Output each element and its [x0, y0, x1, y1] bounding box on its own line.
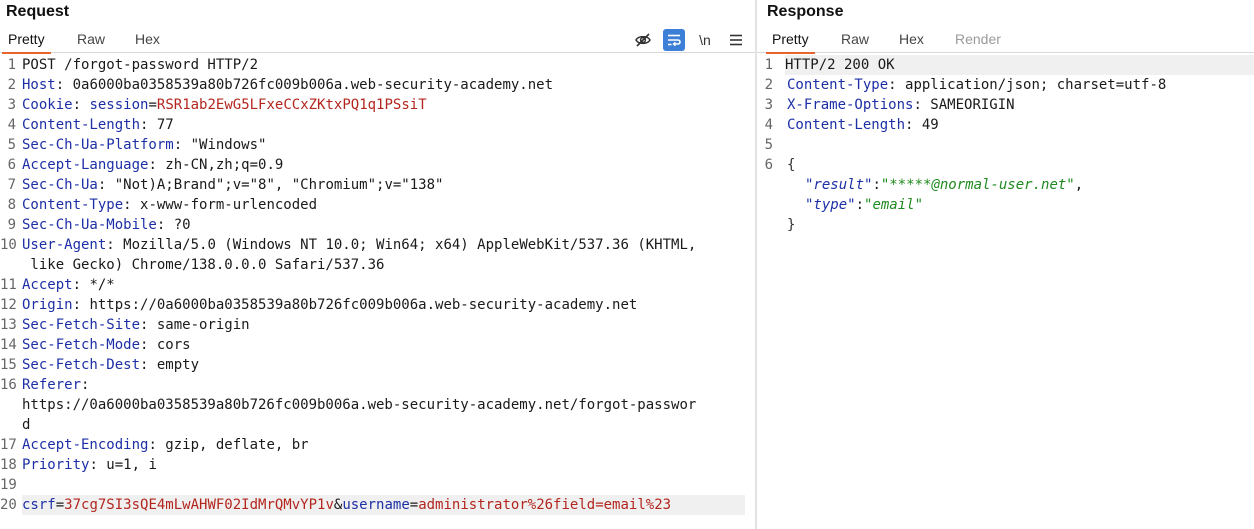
line-number: 8 [7, 197, 16, 213]
response-tab-render[interactable]: Render [955, 28, 1001, 53]
response-pane: Response Pretty Raw Hex Render 1 2 3 4 5… [757, 0, 1254, 529]
line-number: 19 [0, 477, 17, 493]
request-line-1: POST /forgot-password HTTP/2 [22, 57, 259, 73]
line-number: 6 [764, 157, 773, 173]
request-line-2: Host: 0a6000ba0358539a80b726fc009b006a.w… [22, 77, 554, 93]
response-line-1: HTTP/2 200 OK [785, 55, 1254, 75]
request-line-15: Sec-Fetch-Dest: empty [22, 357, 200, 373]
line-number: 1 [7, 57, 16, 73]
line-number: 14 [0, 337, 17, 353]
request-line-3: Cookie: session=RSR1ab2EwG5LFxeCCxZKtxPQ… [22, 97, 427, 113]
line-number: 6 [7, 157, 16, 173]
newline-toggle[interactable]: \n [694, 29, 716, 51]
response-title: Response [767, 3, 844, 20]
line-number: 2 [764, 77, 773, 93]
eye-slash-icon[interactable] [632, 29, 654, 51]
line-number: 15 [0, 357, 17, 373]
request-title: Request [6, 3, 70, 20]
response-line-4: Content-Length: 49 [787, 117, 939, 133]
request-editor[interactable]: 1 2 3 4 5 6 7 8 9 10 11 12 13 14 15 16 1… [0, 55, 755, 529]
response-tab-hex[interactable]: Hex [899, 28, 924, 53]
response-json-result: "result":"*****@normal-user.net", [805, 177, 1084, 193]
line-number: 5 [7, 137, 16, 153]
request-line-8: Content-Type: x-www-form-urlencoded [22, 197, 318, 213]
request-pane: Request Pretty Raw Hex \n 1 2 3 4 5 6 7 … [0, 0, 755, 529]
response-tab-raw[interactable]: Raw [841, 28, 869, 53]
line-number: 16 [0, 377, 17, 393]
line-number: 17 [0, 437, 17, 453]
line-number: 7 [7, 177, 16, 193]
request-line-12: Origin: https://0a6000ba0358539a80b726fc… [22, 297, 638, 313]
response-tabs: Pretty Raw Hex Render [757, 28, 1254, 54]
request-line-6: Accept-Language: zh-CN,zh;q=0.9 [22, 157, 284, 173]
line-number: 3 [764, 97, 773, 113]
request-line-13: Sec-Fetch-Site: same-origin [22, 317, 250, 333]
line-number: 18 [0, 457, 17, 473]
response-json-close: } [787, 217, 796, 233]
line-number: 20 [0, 497, 17, 513]
line-number: 10 [0, 237, 17, 253]
request-tab-pretty[interactable]: Pretty [2, 28, 51, 54]
response-json-type: "type":"email" [805, 197, 924, 213]
request-line-17: Accept-Encoding: gzip, deflate, br [22, 437, 309, 453]
line-number: 12 [0, 297, 17, 313]
line-number: 3 [7, 97, 16, 113]
request-line-4: Content-Length: 77 [22, 117, 174, 133]
request-line-16-wrap: https://0a6000ba0358539a80b726fc009b006a… [22, 397, 697, 413]
request-line-16: Referer: [22, 377, 90, 393]
line-number: 2 [7, 77, 16, 93]
response-tab-pretty[interactable]: Pretty [766, 28, 815, 54]
request-tab-raw[interactable]: Raw [77, 28, 105, 53]
request-line-14: Sec-Fetch-Mode: cors [22, 337, 191, 353]
line-number: 9 [7, 217, 16, 233]
request-line-18: Priority: u=1, i [22, 457, 157, 473]
line-number: 1 [764, 57, 773, 73]
request-toolbar: \n [623, 28, 747, 52]
request-line-7: Sec-Ch-Ua: "Not)A;Brand";v="8", "Chromiu… [22, 177, 444, 193]
request-tab-hex[interactable]: Hex [135, 28, 160, 53]
response-line-3: X-Frame-Options: SAMEORIGIN [787, 97, 1015, 113]
response-line-6: { [787, 157, 796, 173]
request-line-10-wrap: like Gecko) Chrome/138.0.0.0 Safari/537.… [22, 257, 385, 273]
line-number: 4 [7, 117, 16, 133]
response-line-2: Content-Type: application/json; charset=… [787, 77, 1167, 93]
request-line-10: User-Agent: Mozilla/5.0 (Windows NT 10.0… [22, 237, 697, 253]
line-number: 5 [764, 137, 773, 153]
request-line-20: csrf=37cg7SI3sQE4mLwAHWF02IdMrQMvYP1v&us… [22, 495, 745, 515]
hamburger-menu-icon[interactable] [725, 29, 747, 51]
wrap-icon[interactable] [663, 29, 685, 51]
line-number: 13 [0, 317, 17, 333]
line-number: 4 [764, 117, 773, 133]
request-line-9: Sec-Ch-Ua-Mobile: ?0 [22, 217, 191, 233]
request-line-5: Sec-Ch-Ua-Platform: "Windows" [22, 137, 267, 153]
response-editor[interactable]: 1 2 3 4 5 6 HTTP/2 200 OK Content-Type: … [757, 55, 1254, 529]
request-line-11: Accept: */* [22, 277, 115, 293]
request-line-16-wrap-2: d [22, 417, 31, 433]
line-number: 11 [0, 277, 17, 293]
